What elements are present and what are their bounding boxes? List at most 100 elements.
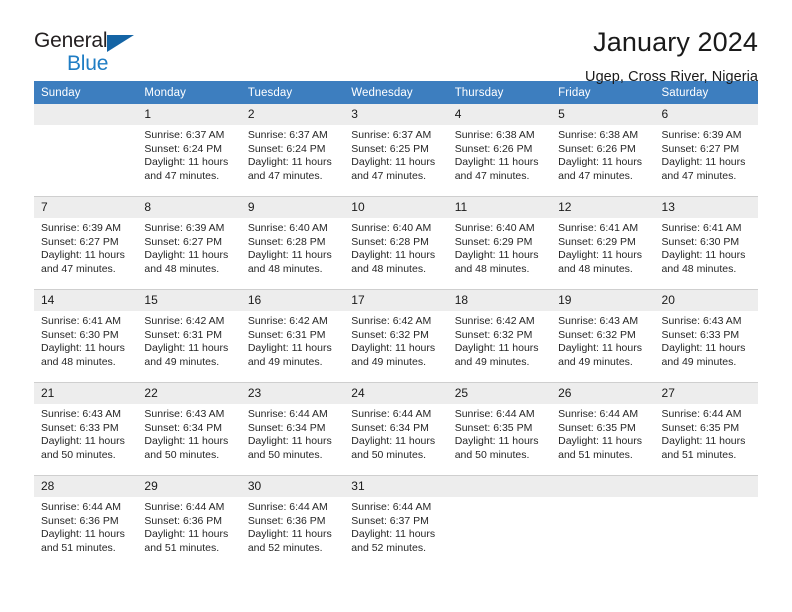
day-number: 13 — [654, 197, 758, 218]
day-number: 2 — [240, 104, 345, 125]
calendar-week-row: 21 Sunrise: 6:43 AM Sunset: 6:33 PM Dayligh… — [34, 382, 758, 476]
day-sun-info: Sunrise: 6:40 AM Sunset: 6:29 PM Daylight:… — [448, 218, 551, 276]
day-number: 26 — [551, 383, 655, 404]
page-subtitle: Ugep, Cross River, Nigeria — [585, 69, 758, 85]
calendar-column-header-wednesday: Wednesday — [344, 81, 448, 104]
day-cell-content: 22 Sunrise: 6:43 AM Sunset: 6:34 PM Dayligh… — [137, 383, 241, 475]
day-number: 6 — [654, 104, 758, 125]
sunset-text: Sunset: 6:25 PM — [351, 142, 429, 155]
day-cell-content: 23 Sunrise: 6:44 AM Sunset: 6:34 PM Dayligh… — [240, 383, 345, 475]
daylight-text: Daylight: 11 hours and 49 minutes. — [454, 342, 539, 368]
day-number: 31 — [344, 476, 448, 497]
calendar-week-row: 14 Sunrise: 6:41 AM Sunset: 6:30 PM Dayligh… — [34, 289, 758, 383]
daylight-text: Daylight: 11 hours and 51 minutes. — [558, 435, 642, 461]
daylight-text: Daylight: 11 hours and 47 minutes. — [41, 249, 125, 275]
daylight-text: Daylight: 11 hours and 49 minutes. — [558, 342, 642, 368]
sunset-text: Sunset: 6:31 PM — [247, 328, 326, 341]
sunrise-text: Sunrise: 6:42 AM — [351, 315, 432, 327]
calendar-day-cell[interactable]: 13 Sunrise: 6:41 AM Sunset: 6:30 PM Dayligh… — [654, 196, 758, 290]
calendar-day-cell[interactable]: 26 Sunrise: 6:44 AM Sunset: 6:35 PM Dayligh… — [551, 382, 655, 476]
daylight-text: Daylight: 11 hours and 51 minutes. — [144, 528, 229, 554]
sunset-text: Sunset: 6:30 PM — [41, 328, 119, 341]
calendar-day-cell[interactable]: 22 Sunrise: 6:43 AM Sunset: 6:34 PM Dayligh… — [137, 382, 241, 476]
calendar-week-row: 1 Sunrise: 6:37 AM Sunset: 6:24 PM Daylight… — [34, 104, 758, 197]
sunset-text: Sunset: 6:36 PM — [247, 514, 326, 527]
calendar-day-cell[interactable]: 1 Sunrise: 6:37 AM Sunset: 6:24 PM Daylight… — [137, 104, 241, 197]
calendar-day-cell[interactable]: 3 Sunrise: 6:37 AM Sunset: 6:25 PM Daylight… — [344, 104, 448, 197]
sunrise-text: Sunrise: 6:44 AM — [661, 408, 742, 420]
sunset-text: Sunset: 6:26 PM — [454, 142, 533, 155]
sunset-text: Sunset: 6:27 PM — [144, 235, 223, 248]
calendar-day-cell[interactable]: 27 Sunrise: 6:44 AM Sunset: 6:35 PM Dayligh… — [654, 382, 758, 476]
calendar-day-cell[interactable]: 8 Sunrise: 6:39 AM Sunset: 6:27 PM Daylight… — [137, 196, 241, 290]
day-sun-info: Sunrise: 6:38 AM Sunset: 6:26 PM Daylight:… — [551, 125, 654, 183]
day-cell-content: 13 Sunrise: 6:41 AM Sunset: 6:30 PM Dayligh… — [654, 197, 758, 289]
sunrise-text: Sunrise: 6:39 AM — [41, 222, 121, 234]
calendar-day-cell[interactable]: 11 Sunrise: 6:40 AM Sunset: 6:29 PM Dayligh… — [447, 196, 552, 290]
sunset-text: Sunset: 6:34 PM — [144, 421, 223, 434]
calendar-day-cell[interactable]: 5 Sunrise: 6:38 AM Sunset: 6:26 PM Daylight… — [551, 104, 655, 197]
calendar-day-cell[interactable]: 12 Sunrise: 6:41 AM Sunset: 6:29 PM Dayligh… — [551, 196, 655, 290]
calendar-week-row: 7 Sunrise: 6:39 AM Sunset: 6:27 PM Daylight… — [34, 196, 758, 290]
calendar-day-cell[interactable]: 16 Sunrise: 6:42 AM Sunset: 6:31 PM Dayligh… — [240, 289, 345, 383]
sunset-text: Sunset: 6:24 PM — [247, 142, 326, 155]
calendar-day-cell[interactable]: 14 Sunrise: 6:41 AM Sunset: 6:30 PM Dayligh… — [34, 289, 138, 383]
day-number: 23 — [240, 383, 345, 404]
sunset-text: Sunset: 6:33 PM — [41, 421, 119, 434]
day-number: 11 — [447, 197, 552, 218]
day-number: 21 — [34, 383, 138, 404]
sunrise-text: Sunrise: 6:37 AM — [247, 129, 328, 141]
day-number: 16 — [240, 290, 345, 311]
daylight-text: Daylight: 11 hours and 47 minutes. — [454, 156, 539, 182]
calendar-day-cell[interactable]: 10 Sunrise: 6:40 AM Sunset: 6:28 PM Dayligh… — [344, 196, 448, 290]
sunrise-text: Sunrise: 6:40 AM — [454, 222, 535, 234]
calendar-day-cell[interactable]: 2 Sunrise: 6:37 AM Sunset: 6:24 PM Daylight… — [240, 104, 345, 197]
day-sun-info: Sunrise: 6:43 AM Sunset: 6:32 PM Daylight:… — [551, 311, 654, 369]
day-cell-content: 11 Sunrise: 6:40 AM Sunset: 6:29 PM Dayligh… — [447, 197, 552, 289]
day-sun-info: Sunrise: 6:38 AM Sunset: 6:26 PM Daylight:… — [448, 125, 551, 183]
calendar-day-cell[interactable]: 21 Sunrise: 6:43 AM Sunset: 6:33 PM Dayligh… — [34, 382, 138, 476]
day-number: 1 — [137, 104, 241, 125]
day-number: 30 — [240, 476, 345, 497]
sunset-text: Sunset: 6:35 PM — [454, 421, 533, 434]
day-sun-info: Sunrise: 6:44 AM Sunset: 6:35 PM Daylight:… — [551, 404, 654, 462]
daylight-text: Daylight: 11 hours and 48 minutes. — [454, 249, 539, 275]
calendar-day-cell[interactable]: 29 Sunrise: 6:44 AM Sunset: 6:36 PM Dayligh… — [137, 476, 241, 569]
calendar-day-cell[interactable]: 25 Sunrise: 6:44 AM Sunset: 6:35 PM Dayligh… — [447, 382, 552, 476]
calendar-day-cell[interactable]: 23 Sunrise: 6:44 AM Sunset: 6:34 PM Dayligh… — [240, 382, 345, 476]
day-cell-content: 17 Sunrise: 6:42 AM Sunset: 6:32 PM Dayligh… — [344, 290, 448, 382]
calendar-day-cell[interactable]: 17 Sunrise: 6:42 AM Sunset: 6:32 PM Dayligh… — [344, 289, 448, 383]
sunset-text: Sunset: 6:36 PM — [41, 514, 119, 527]
sunset-text: Sunset: 6:27 PM — [661, 142, 740, 155]
calendar-table: Sunday Monday Tuesday Wednesday Thursday Frid… — [34, 81, 758, 568]
calendar-day-cell[interactable]: 4 Sunrise: 6:38 AM Sunset: 6:26 PM Daylight… — [447, 104, 552, 197]
calendar-day-cell[interactable]: 20 Sunrise: 6:43 AM Sunset: 6:33 PM Dayligh… — [654, 289, 758, 383]
sunrise-text: Sunrise: 6:43 AM — [558, 315, 639, 327]
brand-logo[interactable]: General Blue — [34, 26, 154, 75]
calendar-day-cell[interactable]: 31 Sunrise: 6:44 AM Sunset: 6:37 PM Dayligh… — [344, 476, 448, 569]
daylight-text: Daylight: 11 hours and 51 minutes. — [661, 435, 746, 461]
sunrise-text: Sunrise: 6:43 AM — [144, 408, 225, 420]
daylight-text: Daylight: 11 hours and 48 minutes. — [558, 249, 642, 275]
sunset-text: Sunset: 6:36 PM — [144, 514, 223, 527]
day-sun-info: Sunrise: 6:44 AM Sunset: 6:36 PM Daylight:… — [137, 497, 240, 555]
day-sun-info: Sunrise: 6:39 AM Sunset: 6:27 PM Daylight:… — [34, 218, 137, 276]
day-cell-empty — [654, 476, 758, 568]
sunrise-text: Sunrise: 6:39 AM — [661, 129, 742, 141]
calendar-week-row: 28 Sunrise: 6:44 AM Sunset: 6:36 PM Dayligh… — [34, 476, 758, 569]
day-sun-info: Sunrise: 6:44 AM Sunset: 6:36 PM Daylight:… — [241, 497, 344, 555]
calendar-day-cell[interactable]: 30 Sunrise: 6:44 AM Sunset: 6:36 PM Dayligh… — [240, 476, 345, 569]
day-number: 10 — [344, 197, 448, 218]
day-cell-content: 16 Sunrise: 6:42 AM Sunset: 6:31 PM Dayligh… — [240, 290, 345, 382]
calendar-day-cell[interactable]: 15 Sunrise: 6:42 AM Sunset: 6:31 PM Dayligh… — [137, 289, 241, 383]
calendar-day-cell[interactable]: 19 Sunrise: 6:43 AM Sunset: 6:32 PM Dayligh… — [551, 289, 655, 383]
day-cell-content: 1 Sunrise: 6:37 AM Sunset: 6:24 PM Daylight… — [137, 104, 241, 196]
calendar-day-cell[interactable]: 24 Sunrise: 6:44 AM Sunset: 6:34 PM Dayligh… — [344, 382, 448, 476]
calendar-day-cell[interactable]: 28 Sunrise: 6:44 AM Sunset: 6:36 PM Dayligh… — [34, 476, 138, 569]
calendar-day-cell[interactable]: 7 Sunrise: 6:39 AM Sunset: 6:27 PM Daylight… — [34, 196, 138, 290]
sunrise-text: Sunrise: 6:43 AM — [661, 315, 742, 327]
day-cell-content: 31 Sunrise: 6:44 AM Sunset: 6:37 PM Dayligh… — [344, 476, 448, 568]
calendar-day-cell[interactable]: 6 Sunrise: 6:39 AM Sunset: 6:27 PM Daylight… — [654, 104, 758, 197]
calendar-day-cell[interactable]: 9 Sunrise: 6:40 AM Sunset: 6:28 PM Daylight… — [240, 196, 345, 290]
calendar-day-cell[interactable]: 18 Sunrise: 6:42 AM Sunset: 6:32 PM Dayligh… — [447, 289, 552, 383]
